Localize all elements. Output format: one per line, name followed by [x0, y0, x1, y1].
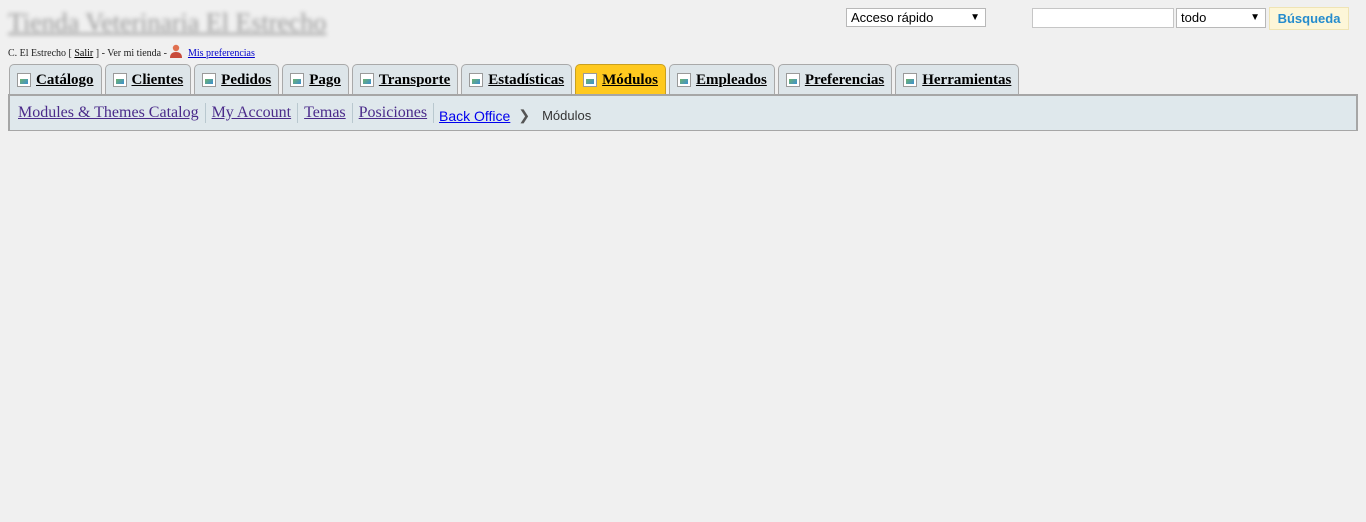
- tab-clientes[interactable]: Clientes: [104, 64, 192, 95]
- shop-title[interactable]: Tienda Veterinaria El Estrecho: [8, 8, 326, 38]
- logout-link[interactable]: Salir: [74, 48, 93, 59]
- search-scope-label: todo: [1181, 10, 1207, 25]
- tab-label: Clientes: [131, 71, 184, 88]
- subnav-my-account[interactable]: My Account: [206, 104, 298, 122]
- subnav-temas[interactable]: Temas: [298, 104, 352, 122]
- tab-catalogo[interactable]: Catálogo: [9, 64, 102, 95]
- tab-estadisticas[interactable]: Estadísticas: [461, 64, 573, 95]
- broken-image-icon: [903, 73, 918, 87]
- sub-navigation: Modules & Themes Catalog My Account Tema…: [8, 94, 1358, 131]
- quick-access-label: Acceso rápido: [851, 10, 934, 25]
- user-avatar-icon: [169, 44, 183, 58]
- divider: [433, 103, 435, 123]
- dropdown-arrow-icon: ▼: [970, 12, 980, 23]
- breadcrumb-back-office[interactable]: Back Office: [439, 108, 510, 124]
- view-shop-text[interactable]: ] - Ver mi tienda -: [96, 48, 167, 59]
- search-scope-select[interactable]: todo ▼: [1176, 8, 1266, 28]
- dropdown-arrow-icon: ▼: [1250, 12, 1260, 23]
- tab-transporte[interactable]: Transporte: [351, 64, 459, 95]
- chevron-right-icon: ❯: [518, 107, 531, 123]
- tab-label: Herramientas: [922, 71, 1012, 88]
- tab-label: Catálogo: [36, 71, 94, 88]
- tab-pedidos[interactable]: Pedidos: [194, 64, 280, 95]
- preferences-link[interactable]: Mis preferencias: [188, 48, 255, 59]
- main-tabs: Catálogo Clientes Pedidos Pago Transport…: [9, 64, 1020, 95]
- quick-access-select[interactable]: Acceso rápido ▼: [846, 8, 986, 27]
- search-button[interactable]: Búsqueda: [1269, 7, 1349, 30]
- tab-label: Transporte: [378, 71, 451, 88]
- tab-label: Pedidos: [221, 71, 272, 88]
- tab-herramientas[interactable]: Herramientas: [895, 64, 1020, 95]
- search-input[interactable]: [1032, 8, 1174, 28]
- tab-label: Empleados: [695, 71, 767, 88]
- tab-pago[interactable]: Pago: [282, 64, 349, 95]
- broken-image-icon: [290, 73, 305, 87]
- tab-modulos[interactable]: Módulos: [575, 64, 666, 95]
- broken-image-icon: [17, 73, 31, 87]
- tab-preferencias[interactable]: Preferencias: [777, 64, 893, 95]
- breadcrumb-current: Módulos: [542, 108, 592, 123]
- tab-label: Pago: [309, 71, 341, 88]
- broken-image-icon: [469, 73, 484, 87]
- subnav-modules-catalog[interactable]: Modules & Themes Catalog: [18, 104, 205, 122]
- user-name: C. El Estrecho [: [8, 48, 72, 59]
- broken-image-icon: [785, 73, 800, 87]
- tab-label: Estadísticas: [488, 71, 565, 88]
- user-bar: C. El Estrecho [ Salir ] - Ver mi tienda…: [8, 44, 255, 59]
- tab-label: Módulos: [602, 71, 658, 88]
- broken-image-icon: [583, 73, 598, 87]
- broken-image-icon: [202, 73, 217, 87]
- tab-label: Preferencias: [804, 71, 885, 88]
- subnav-links: Modules & Themes Catalog My Account Tema…: [18, 103, 435, 123]
- subnav-posiciones[interactable]: Posiciones: [353, 104, 433, 122]
- breadcrumb: Back Office ❯ Módulos: [439, 107, 591, 124]
- tab-empleados[interactable]: Empleados: [668, 64, 775, 95]
- broken-image-icon: [676, 73, 691, 87]
- broken-image-icon: [359, 73, 374, 87]
- broken-image-icon: [112, 73, 127, 87]
